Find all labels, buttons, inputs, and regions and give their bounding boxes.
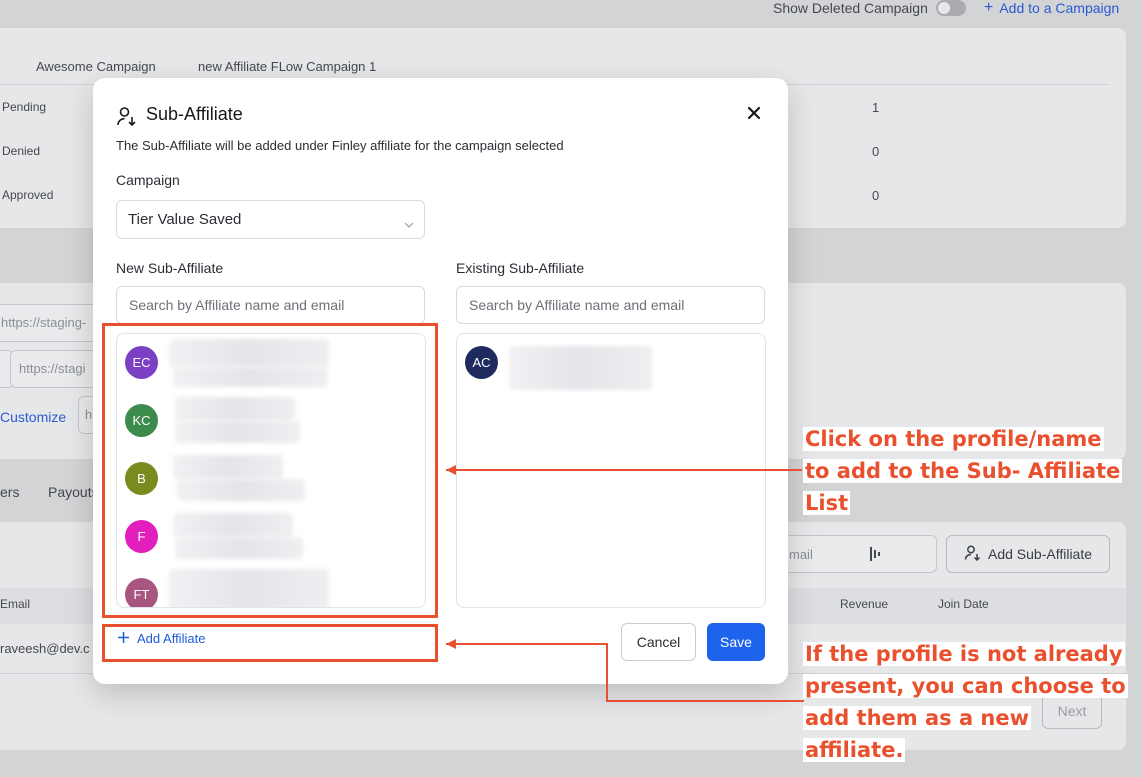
callout-1-line-3: List [803, 491, 851, 515]
arrow-head-2 [446, 639, 456, 649]
arrow-head-1 [446, 465, 456, 475]
callout-profile-click: Click on the profile/name to add to the … [803, 423, 1123, 519]
arrow-line-2 [446, 643, 804, 702]
callout-1-line-1: Click on the profile/name [803, 427, 1104, 451]
callout-2-line-4: affiliate. [803, 738, 906, 762]
callout-2-line-3: add them as a new [803, 706, 1032, 730]
callout-2-line-1: If the profile is not already [803, 642, 1125, 666]
callout-add-new-affiliate: If the profile is not already present, y… [803, 638, 1128, 766]
callout-1-line-2: to add to the Sub- Affiliate [803, 459, 1123, 483]
callout-2-line-2: present, you can choose to [803, 674, 1128, 698]
